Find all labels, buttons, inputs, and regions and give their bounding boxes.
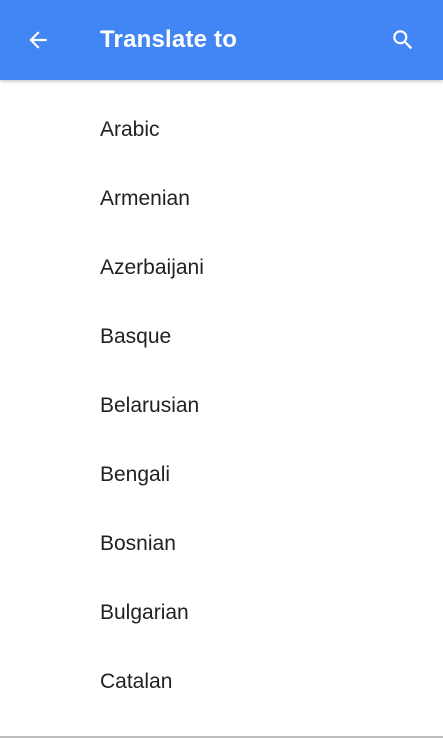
language-label: Basque xyxy=(100,324,172,348)
language-label: Armenian xyxy=(100,186,190,210)
language-label: Arabic xyxy=(100,117,160,141)
language-item-catalan[interactable]: Catalan xyxy=(0,647,443,716)
page-title: Translate to xyxy=(100,26,238,53)
language-label: Bengali xyxy=(100,462,171,486)
language-item-azerbaijani[interactable]: Azerbaijani xyxy=(0,233,443,302)
language-item-bengali[interactable]: Bengali xyxy=(0,440,443,509)
language-item-basque[interactable]: Basque xyxy=(0,302,443,371)
language-label: Bosnian xyxy=(100,531,176,555)
language-label: Bulgarian xyxy=(100,600,189,624)
language-label: Belarusian xyxy=(100,393,200,417)
language-label: Azerbaijani xyxy=(100,255,204,279)
search-button[interactable] xyxy=(379,16,427,64)
arrow-back-icon xyxy=(29,31,47,49)
language-label: Catalan xyxy=(100,669,173,693)
language-list: Arabic Armenian Azerbaijani Basque Belar… xyxy=(0,80,443,736)
app-bar: Translate to xyxy=(0,0,443,80)
search-icon xyxy=(393,30,413,50)
language-item-armenian[interactable]: Armenian xyxy=(0,164,443,233)
language-item-belarusian[interactable]: Belarusian xyxy=(0,371,443,440)
back-button[interactable] xyxy=(14,16,62,64)
language-item-bulgarian[interactable]: Bulgarian xyxy=(0,578,443,647)
language-item-bosnian[interactable]: Bosnian xyxy=(0,509,443,578)
language-item-arabic[interactable]: Arabic xyxy=(0,95,443,164)
